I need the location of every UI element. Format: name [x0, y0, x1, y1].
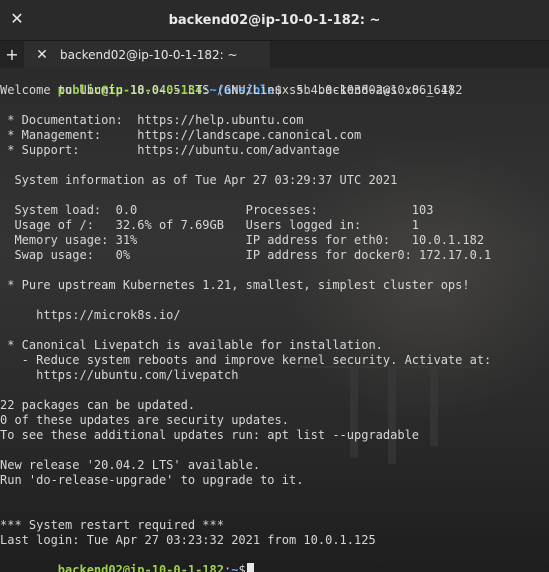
terminal-window: ✕ backend02@ip-10-0-1-182: ~ + ✕ backend…: [0, 0, 549, 572]
terminal-line: * Support: https://ubuntu.com/advantage: [0, 143, 340, 157]
terminal-line: Memory usage: 31% IP address for eth0: 1…: [0, 233, 485, 247]
terminal-area[interactable]: public@ip-10-0-0-134:~/ansible$ ssh back…: [0, 68, 549, 572]
terminal-line: https://ubuntu.com/livepatch: [0, 368, 239, 382]
terminal-line: Usage of /: 32.6% of 7.69GB Users logged…: [0, 218, 420, 232]
terminal-line: https://microk8s.io/: [0, 308, 181, 322]
tab-label: backend02@ip-10-0-1-182: ~: [60, 47, 238, 62]
terminal-line: Last login: Tue Apr 27 03:23:32 2021 fro…: [0, 533, 376, 547]
terminal-content: public@ip-10-0-0-134:~/ansible$ ssh back…: [0, 68, 549, 572]
terminal-line: *** System restart required ***: [0, 518, 224, 532]
terminal-line: To see these additional updates run: apt…: [0, 428, 420, 442]
tab-active[interactable]: ✕ backend02@ip-10-0-1-182: ~: [24, 41, 270, 68]
prompt-symbol: $: [238, 563, 246, 572]
terminal-line: 22 packages can be updated.: [0, 398, 196, 412]
terminal-line: New release '20.04.2 LTS' available.: [0, 458, 261, 472]
terminal-line: * Documentation: https://help.ubuntu.com: [0, 113, 304, 127]
terminal-line: 0 of these updates are security updates.: [0, 413, 289, 427]
terminal-line: System information as of Tue Apr 27 03:2…: [0, 173, 398, 187]
terminal-line: Swap usage: 0% IP address for docker0: 1…: [0, 248, 492, 262]
terminal-line: Welcome to Ubuntu 18.04.5 LTS (GNU/Linux…: [0, 83, 456, 97]
tab-bar: + ✕ backend02@ip-10-0-1-182: ~: [0, 41, 549, 69]
new-tab-button[interactable]: +: [0, 45, 24, 64]
window-close-icon[interactable]: ✕: [8, 10, 26, 28]
close-tab-icon[interactable]: ✕: [32, 47, 52, 63]
terminal-line: - Reduce system reboots and improve kern…: [0, 353, 492, 367]
prompt-line: public@ip-10-0-0-134:~/ansible$ ssh back…: [0, 68, 463, 97]
window-title: backend02@ip-10-0-1-182: ~: [168, 12, 381, 28]
terminal-line: * Canonical Livepatch is available for i…: [0, 338, 383, 352]
titlebar: ✕ backend02@ip-10-0-1-182: ~: [0, 0, 549, 41]
terminal-line: System load: 0.0 Processes: 103: [0, 203, 434, 217]
terminal-line: Run 'do-release-upgrade' to upgrade to i…: [0, 473, 304, 487]
terminal-line: * Pure upstream Kubernetes 1.21, smalles…: [0, 278, 470, 292]
prompt-user-host: backend02@ip-10-0-1-182: [57, 563, 224, 572]
prompt-line[interactable]: backend02@ip-10-0-1-182:~$: [0, 548, 254, 572]
terminal-line: * Management: https://landscape.canonica…: [0, 128, 362, 142]
terminal-cursor[interactable]: [246, 563, 254, 572]
